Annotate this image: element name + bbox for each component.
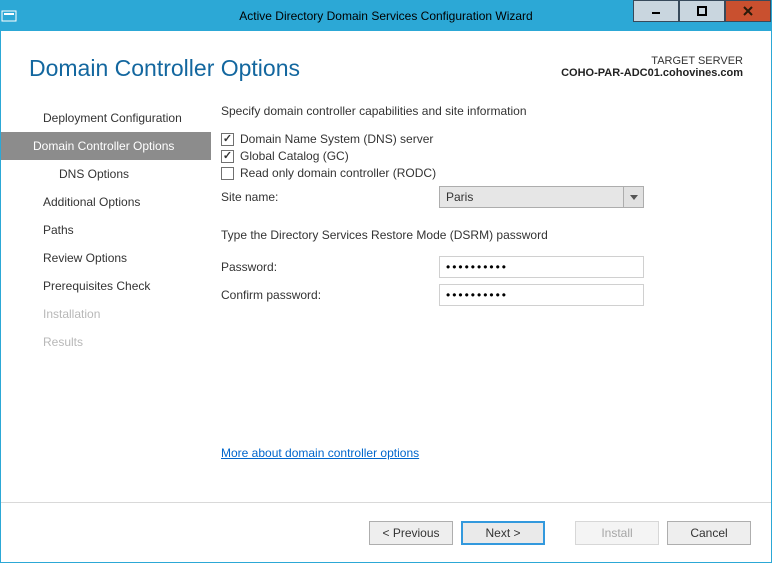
main-panel: Specify domain controller capabilities a…: [211, 94, 771, 502]
rodc-checkbox-label: Read only domain controller (RODC): [240, 166, 436, 180]
titlebar[interactable]: Active Directory Domain Services Configu…: [1, 1, 771, 31]
gc-checkbox[interactable]: [221, 150, 234, 163]
site-name-label: Site name:: [221, 190, 439, 204]
step-additional-options[interactable]: Additional Options: [1, 188, 211, 216]
step-dns-options[interactable]: DNS Options: [1, 160, 211, 188]
gc-checkbox-label: Global Catalog (GC): [240, 149, 349, 163]
step-prerequisites-check[interactable]: Prerequisites Check: [1, 272, 211, 300]
step-installation: Installation: [1, 300, 211, 328]
maximize-button[interactable]: [679, 0, 725, 22]
target-server-name: COHO-PAR-ADC01.cohovines.com: [561, 67, 743, 79]
target-label: TARGET SERVER: [561, 55, 743, 67]
sidebar: Deployment Configuration Domain Controll…: [1, 94, 211, 502]
site-name-select[interactable]: Paris: [439, 186, 644, 208]
step-deployment-configuration[interactable]: Deployment Configuration: [1, 104, 211, 132]
wizard-window: Active Directory Domain Services Configu…: [0, 0, 772, 563]
app-icon: [1, 8, 31, 24]
cancel-button[interactable]: Cancel: [667, 521, 751, 545]
minimize-button[interactable]: [633, 0, 679, 22]
confirm-password-row: Confirm password:: [221, 284, 743, 306]
page-title: Domain Controller Options: [29, 55, 300, 82]
footer-button-bar: < Previous Next > Install Cancel: [1, 502, 771, 562]
dns-checkbox-row[interactable]: Domain Name System (DNS) server: [221, 132, 743, 146]
close-button[interactable]: [725, 0, 771, 22]
more-info-link[interactable]: More about domain controller options: [221, 446, 743, 460]
previous-button[interactable]: < Previous: [369, 521, 453, 545]
dsrm-heading: Type the Directory Services Restore Mode…: [221, 228, 743, 242]
site-name-value: Paris: [440, 190, 623, 204]
password-label: Password:: [221, 260, 439, 274]
content: Deployment Configuration Domain Controll…: [1, 94, 771, 502]
capabilities-heading: Specify domain controller capabilities a…: [221, 104, 743, 118]
next-button[interactable]: Next >: [461, 521, 545, 545]
target-server-info: TARGET SERVER COHO-PAR-ADC01.cohovines.c…: [561, 55, 743, 79]
step-results: Results: [1, 328, 211, 356]
rodc-checkbox[interactable]: [221, 167, 234, 180]
password-row: Password:: [221, 256, 743, 278]
step-paths[interactable]: Paths: [1, 216, 211, 244]
chevron-down-icon[interactable]: [623, 187, 643, 207]
dns-checkbox-label: Domain Name System (DNS) server: [240, 132, 433, 146]
window-buttons: [633, 1, 771, 31]
header: Domain Controller Options TARGET SERVER …: [1, 31, 771, 94]
site-name-row: Site name: Paris: [221, 186, 743, 208]
gc-checkbox-row[interactable]: Global Catalog (GC): [221, 149, 743, 163]
password-input[interactable]: [439, 256, 644, 278]
install-button: Install: [575, 521, 659, 545]
step-domain-controller-options[interactable]: Domain Controller Options: [1, 132, 211, 160]
rodc-checkbox-row[interactable]: Read only domain controller (RODC): [221, 166, 743, 180]
step-review-options[interactable]: Review Options: [1, 244, 211, 272]
confirm-password-label: Confirm password:: [221, 288, 439, 302]
dns-checkbox[interactable]: [221, 133, 234, 146]
confirm-password-input[interactable]: [439, 284, 644, 306]
